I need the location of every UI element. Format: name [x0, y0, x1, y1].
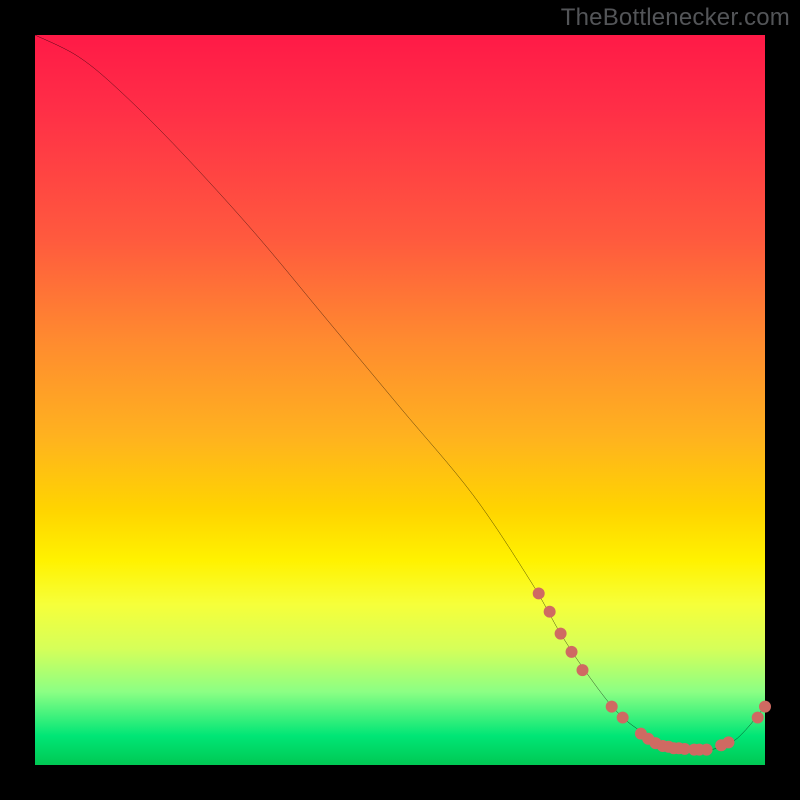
highlight-dot — [544, 606, 556, 618]
highlight-dot — [617, 712, 629, 724]
highlight-dot — [555, 628, 567, 640]
highlight-dot — [752, 712, 764, 724]
highlight-dot — [533, 587, 545, 599]
highlight-dots-group — [533, 587, 771, 755]
attribution-text: TheBottlenecker.com — [561, 4, 790, 32]
highlight-dot — [606, 701, 618, 713]
highlight-dot — [701, 744, 713, 756]
plot-area — [35, 35, 765, 765]
bottleneck-curve-path — [35, 35, 765, 751]
highlight-dot — [723, 736, 735, 748]
highlight-dot — [577, 664, 589, 676]
highlight-dot — [759, 701, 771, 713]
curve-layer — [35, 35, 765, 765]
chart-frame: TheBottlenecker.com — [0, 0, 800, 800]
highlight-dot — [566, 646, 578, 658]
